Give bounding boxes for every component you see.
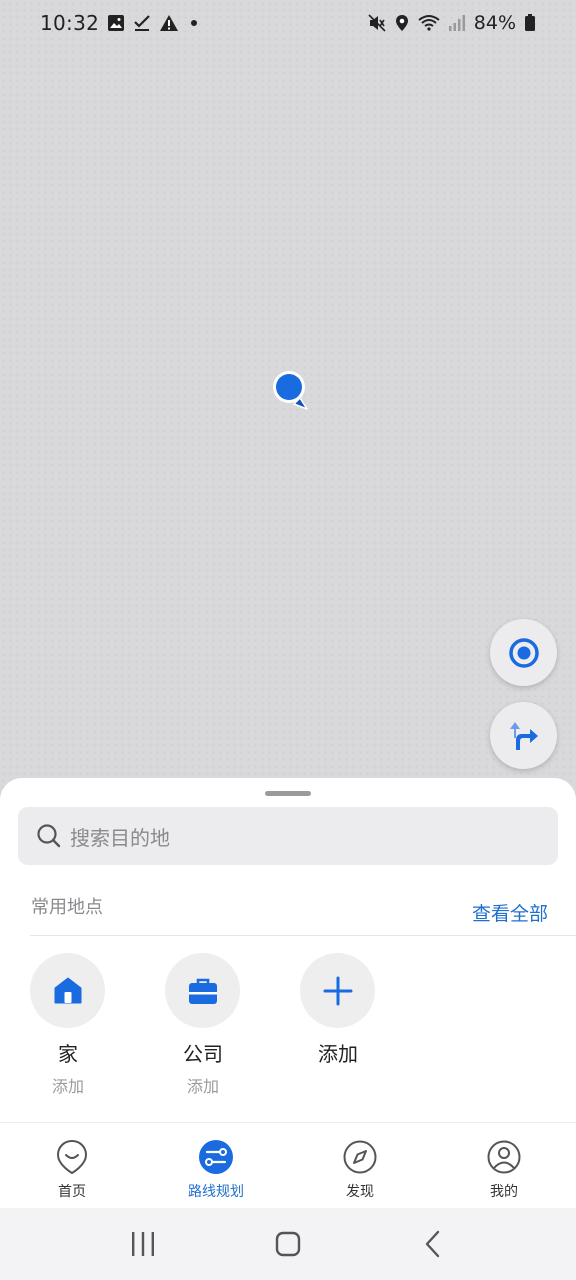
dot-icon [187,16,201,30]
place-company[interactable]: 公司 添加 [165,953,241,1097]
place-home-name: 家 [58,1042,78,1066]
sheet-drag-handle[interactable] [265,791,311,796]
route-button[interactable] [490,702,557,769]
nav-discover[interactable]: 发现 [288,1123,432,1209]
status-right: 84% [368,12,536,34]
place-home-sub: 添加 [51,1077,84,1096]
briefcase-icon [188,978,217,1004]
home-system-button[interactable] [258,1219,318,1269]
system-nav-bar [0,1208,576,1280]
nav-home-label: 首页 [58,1184,86,1200]
place-add-button[interactable] [300,953,375,1028]
frequent-places-title: 常用地点 [31,897,103,918]
home-square-icon [275,1231,301,1257]
search-input[interactable]: 搜索目的地 [18,807,558,865]
place-home[interactable]: 家 添加 [30,953,106,1097]
view-all-link[interactable]: 查看全部 [472,899,548,926]
bottom-sheet: 搜索目的地 常用地点 查看全部 家 添加 公司 添加 添加 [0,778,576,1122]
nav-discover-label: 发现 [346,1184,374,1200]
compass-icon [342,1139,378,1175]
place-company-name: 公司 [183,1042,223,1066]
status-bar: 10:32 84% [0,0,576,46]
current-location-marker [270,368,312,412]
back-chevron-icon [426,1230,440,1258]
home-smile-icon [54,1139,90,1175]
battery-icon [524,14,536,32]
plus-icon [323,976,352,1005]
divider [30,935,576,936]
locate-button[interactable] [490,619,557,686]
profile-icon [486,1139,522,1175]
check-icon [133,14,151,32]
bottom-nav: 首页 路线规划 发现 我的 [0,1122,576,1209]
nav-profile-label: 我的 [490,1184,518,1200]
place-company-button[interactable] [165,953,240,1028]
back-button[interactable] [403,1219,463,1269]
recent-apps-button[interactable] [113,1219,173,1269]
image-icon [107,14,125,32]
search-placeholder: 搜索目的地 [70,825,170,850]
nav-route-plan-label: 路线规划 [188,1184,244,1200]
route-turn-icon [509,721,538,750]
signal-icon [448,14,466,32]
wifi-icon [418,14,440,32]
battery-percent: 84% [473,12,516,34]
status-time: 10:32 [40,11,100,35]
warning-icon [159,14,179,32]
locate-icon [508,637,539,668]
place-company-sub: 添加 [186,1077,219,1096]
place-home-button[interactable] [30,953,105,1028]
nav-profile[interactable]: 我的 [432,1123,576,1209]
status-left: 10:32 [40,11,201,35]
recent-apps-icon [131,1232,154,1256]
nav-home[interactable]: 首页 [0,1123,144,1209]
nav-route-plan[interactable]: 路线规划 [144,1123,288,1209]
home-icon [54,977,81,1003]
mute-icon [368,14,386,32]
location-icon [394,14,410,32]
search-icon [37,824,61,848]
place-add-name: 添加 [318,1042,358,1066]
place-add[interactable]: 添加 [300,953,376,1067]
app-screen: 10:32 84% 搜索目的地 常用地点 查看全部 家 添加 公司 添加 添加 … [0,0,576,1280]
route-plan-icon [198,1139,234,1175]
